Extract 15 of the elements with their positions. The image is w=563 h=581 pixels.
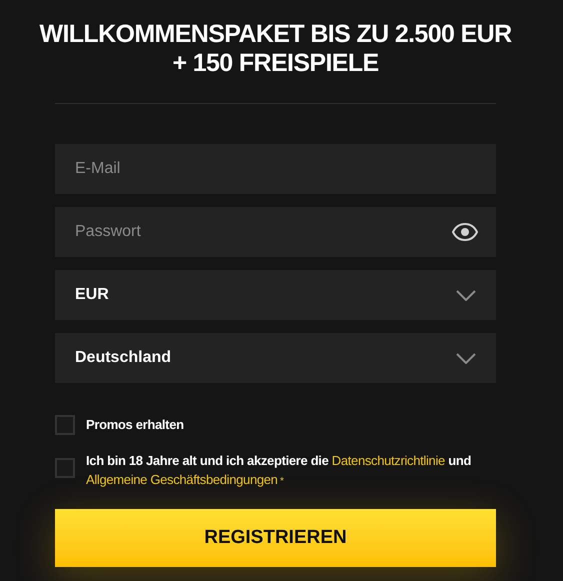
- email-field[interactable]: E-Mail: [55, 144, 496, 194]
- terms-link[interactable]: Allgemeine Geschäftsbedingungen: [86, 472, 278, 487]
- select-field[interactable]: Deutschland: [55, 333, 496, 383]
- password-field[interactable]: Passwort: [55, 207, 496, 257]
- privacy-link[interactable]: Datenschutzrichtlinie: [332, 453, 445, 468]
- register-button[interactable]: REGISTRIEREN: [55, 509, 496, 567]
- consent-text: Ich bin 18 Jahre alt und ich akzeptiere die Datenschutzrichtlinie und Allgemeine Geschäftsbedingungen *: [86, 452, 472, 489]
- chevron-down-icon: [456, 290, 476, 300]
- eye-icon[interactable]: [452, 223, 478, 241]
- checkbox-label: Promos erhalten: [86, 416, 184, 434]
- select-field[interactable]: EUR: [55, 270, 496, 320]
- headline: WILLKOMMENSPAKET BIS ZU 2.500 EUR + 150 FREISPIELE: [39, 19, 512, 78]
- checkbox[interactable]: [55, 458, 75, 478]
- chevron-down-icon: [456, 352, 476, 364]
- checkbox[interactable]: [55, 415, 75, 435]
